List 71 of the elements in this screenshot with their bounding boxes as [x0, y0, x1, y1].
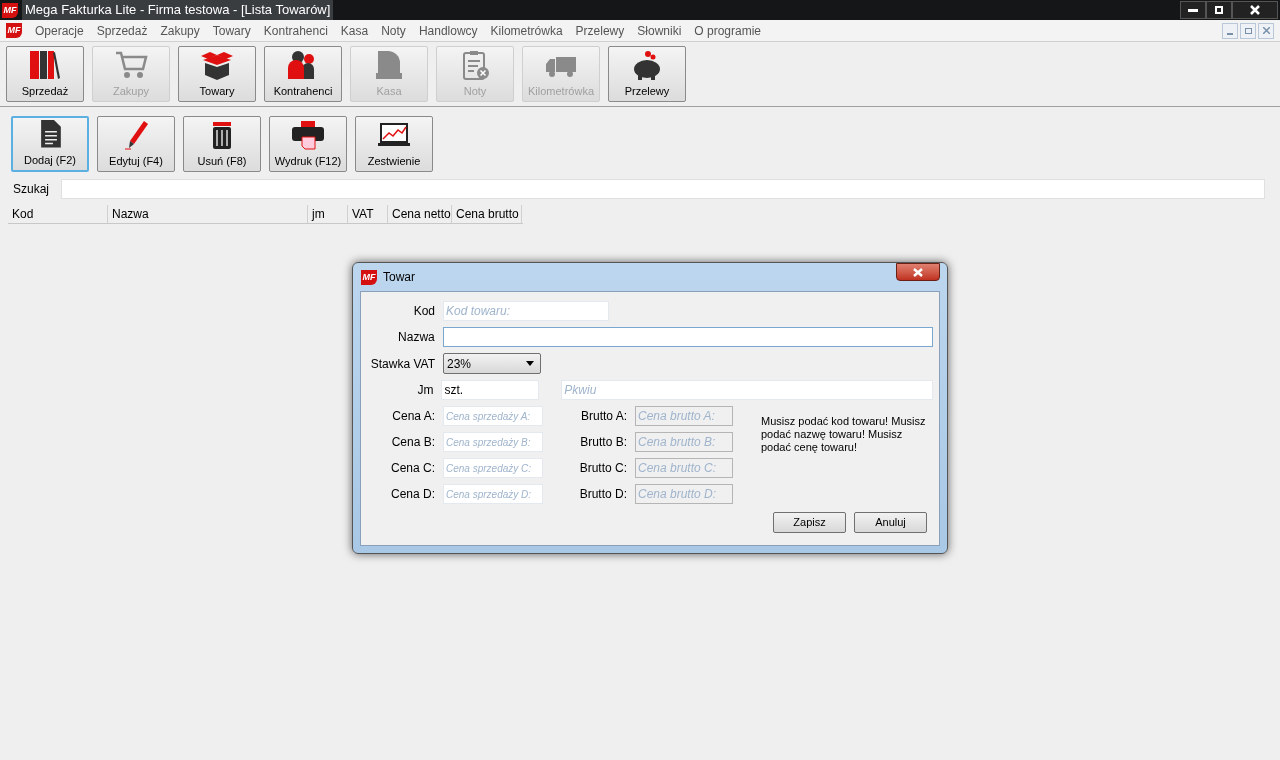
app-logo: MF [2, 2, 18, 18]
action-button[interactable]: Dodaj (F2) [11, 116, 89, 172]
close-icon [1250, 5, 1260, 15]
vat-dropdown[interactable]: 23% [443, 353, 541, 374]
price-field[interactable]: Cena sprzedaży B: [443, 432, 543, 452]
dropdown-caret-icon [526, 361, 534, 366]
menu-item[interactable]: Zakupy [160, 21, 200, 40]
menu-item[interactable]: Kontrahenci [263, 21, 328, 40]
field-label: Cena D: [389, 486, 435, 503]
printer-icon [289, 118, 327, 151]
gross-price-field[interactable]: Cena brutto B: [635, 432, 733, 452]
pkwiu-field[interactable]: Pkwiu [561, 380, 933, 400]
action-button[interactable]: Usuń (F8) [183, 116, 261, 172]
module-button[interactable]: Przelewy [608, 46, 686, 102]
field-label: Cena C: [389, 460, 435, 477]
menu-item[interactable]: O programie [694, 21, 761, 40]
column-header[interactable]: jm [308, 205, 348, 223]
dialog-button[interactable]: Zapisz [773, 512, 846, 533]
action-button[interactable]: Zestwienie [355, 116, 433, 172]
search-field[interactable] [61, 179, 1265, 199]
price-field[interactable]: Cena sprzedaży D: [443, 484, 543, 504]
close-button[interactable] [896, 263, 940, 281]
minimize-button[interactable] [1180, 1, 1206, 19]
menu-item[interactable]: Kasa [340, 21, 369, 40]
gross-price-field[interactable]: Cena brutto D: [635, 484, 733, 504]
menu-item[interactable]: Towary [212, 21, 251, 40]
dialog-title: Towar [383, 269, 415, 286]
unit-field[interactable]: szt. [441, 380, 540, 400]
module-button[interactable]: Kontrahenci [264, 46, 342, 102]
menu-logo: MF [6, 23, 22, 38]
field-label: Jm [416, 382, 434, 399]
price-field[interactable]: Cena sprzedaży A: [443, 406, 543, 426]
restore-button[interactable] [1206, 1, 1232, 19]
module-button[interactable]: Sprzedaż [6, 46, 84, 102]
field-label: Cena A: [391, 408, 435, 425]
field-label: Nazwa [397, 329, 435, 346]
search-label: Szukaj [13, 181, 50, 198]
field-label: Brutto D: [578, 486, 627, 503]
gross-price-field[interactable]: Cena brutto C: [635, 458, 733, 478]
dialog-logo: MF [361, 269, 377, 285]
column-header[interactable]: VAT [348, 205, 388, 223]
action-button[interactable]: Wydruk (F12) [269, 116, 347, 172]
field-label: Kod [412, 303, 435, 320]
field-label: Brutto A: [579, 408, 627, 425]
column-header[interactable]: Cena netto [388, 205, 452, 223]
dialog-button[interactable]: Anuluj [854, 512, 927, 533]
column-header[interactable]: Nazwa [108, 205, 308, 223]
menu-item[interactable]: Przelewy [575, 21, 625, 40]
close-icon [913, 267, 923, 277]
menu-item[interactable]: Operacje [35, 21, 84, 40]
close-button[interactable] [1232, 1, 1278, 19]
close-icon[interactable] [1258, 22, 1274, 39]
column-header[interactable]: Cena brutto [452, 205, 522, 223]
name-field[interactable] [442, 327, 933, 347]
field-label: Brutto C: [578, 460, 627, 477]
menu-item[interactable]: Noty [381, 21, 406, 40]
field-label: Cena B: [390, 434, 435, 451]
window-title: Mega Fakturka Lite - Firma testowa - [Lista Towarów] [22, 0, 334, 20]
price-field[interactable]: Cena sprzedaży C: [443, 458, 543, 478]
validation-message: Musisz podać kod towaru! Musisz podać nazwę towaru! Musisz podać cenę towaru! [761, 415, 927, 455]
column-header[interactable]: Kod [8, 205, 108, 223]
field-label: Stawka VAT [369, 355, 435, 373]
menu-item[interactable]: Kilometrówka [490, 21, 563, 40]
menu-item[interactable]: Handlowcy [418, 21, 478, 40]
menu-item[interactable]: Sprzedaż [96, 21, 148, 40]
module-button[interactable]: Towary [178, 46, 256, 102]
gross-price-field[interactable]: Cena brutto A: [635, 406, 733, 426]
action-button[interactable]: Edytuj (F4) [97, 116, 175, 172]
menu-item[interactable]: Słowniki [637, 21, 682, 40]
code-field[interactable]: Kod towaru: [443, 301, 609, 321]
field-label: Brutto B: [579, 434, 627, 451]
